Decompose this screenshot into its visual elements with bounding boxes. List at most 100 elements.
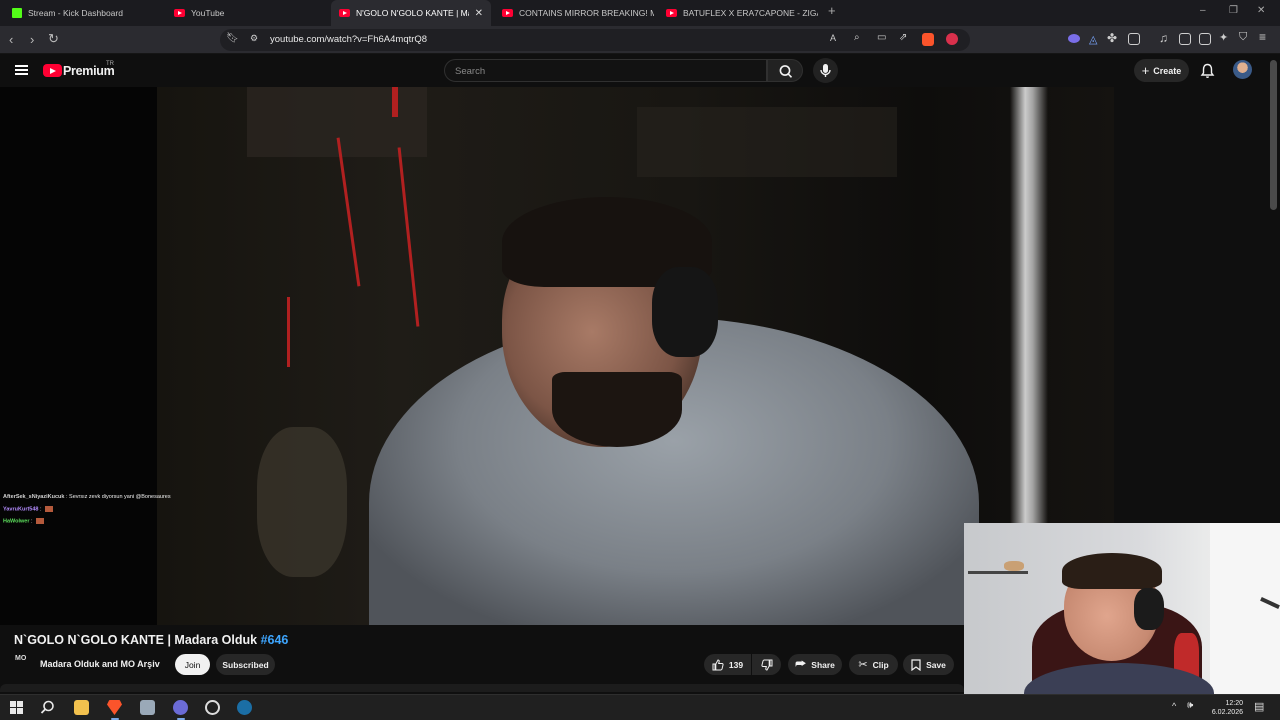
- youtube-icon: [174, 9, 185, 17]
- tab-batuflex-video[interactable]: BATUFLEX X ERA7CAPONE - ZIGA: [658, 0, 818, 26]
- account-avatar[interactable]: [1233, 60, 1252, 79]
- headphones: [652, 267, 718, 357]
- forward-icon[interactable]: ›: [30, 32, 34, 47]
- kick-icon: [12, 8, 22, 18]
- voice-search-button[interactable]: [813, 58, 838, 83]
- save-button[interactable]: Save: [903, 654, 954, 675]
- tab-mirror-video[interactable]: CONTAINS MIRROR BREAKING! Mot: [494, 0, 654, 26]
- vpn-icon[interactable]: ◬: [1089, 33, 1097, 46]
- thumbs-down-icon: [760, 659, 772, 671]
- streamer-beard: [552, 372, 682, 447]
- back-icon[interactable]: ‹: [9, 32, 13, 47]
- save-label: Save: [926, 659, 946, 670]
- share-button[interactable]: ⮫ Share: [788, 654, 842, 675]
- brave-shields-icon[interactable]: [922, 33, 934, 46]
- browser-tab-bar: Stream - Kick Dashboard YouTube N'GOLO N…: [0, 0, 1280, 26]
- chat-username: AfterSek_sNiyaziKucuk: [3, 494, 65, 500]
- leo-ai-icon[interactable]: [1068, 34, 1080, 43]
- like-button[interactable]: 139: [704, 654, 751, 675]
- close-window-icon[interactable]: ✕: [1257, 5, 1265, 16]
- background-figure: [257, 427, 347, 577]
- obs-icon[interactable]: [205, 700, 220, 715]
- brave-rewards-icon[interactable]: [946, 33, 958, 45]
- youtube-masthead: Premium TR Search + Create: [0, 55, 1280, 87]
- wallet-panel-icon[interactable]: [1199, 33, 1211, 45]
- youtube-icon: [666, 9, 677, 17]
- extensions-icon[interactable]: ✤: [1107, 31, 1117, 45]
- tray-chevron-icon[interactable]: ^: [1172, 701, 1176, 711]
- steam-icon[interactable]: [237, 700, 252, 715]
- clip-label: Clip: [872, 659, 889, 670]
- video-hashtag[interactable]: #646: [261, 633, 289, 647]
- dislike-button[interactable]: [752, 654, 781, 675]
- url-field[interactable]: 🔖︎ ⚙︎ youtube.com/watch?v=Fh6A4mqtrQ8 A …: [220, 29, 970, 51]
- share-page-icon[interactable]: ⇗: [899, 32, 907, 43]
- shield-icon[interactable]: ⛉: [1239, 31, 1247, 44]
- wall-shelf: [968, 571, 1028, 574]
- address-toolbar: ‹ › ↻ 🔖︎ ⚙︎ youtube.com/watch?v=Fh6A4mqt…: [0, 26, 1280, 54]
- clip-button[interactable]: ✂ Clip: [849, 654, 898, 675]
- like-count: 139: [728, 659, 744, 670]
- search-placeholder: Search: [455, 66, 486, 77]
- minimize-icon[interactable]: –: [1200, 5, 1206, 16]
- tab-label: CONTAINS MIRROR BREAKING! Mot: [519, 8, 654, 18]
- app-window-icon[interactable]: [140, 700, 155, 715]
- windows-start-icon[interactable]: [9, 700, 24, 715]
- tab-label: BATUFLEX X ERA7CAPONE - ZIGA: [683, 8, 818, 18]
- site-settings-icon[interactable]: ⚙︎: [250, 33, 258, 44]
- chat-line: AfterSek_sNiyaziKucuk : Sevrsız zevk diy…: [3, 494, 171, 500]
- system-clock[interactable]: 12:20 6.02.2026: [1203, 699, 1243, 717]
- channel-name[interactable]: Madara Olduk and MO Arşiv: [40, 659, 160, 669]
- notification-center-icon[interactable]: ▤: [1254, 700, 1264, 713]
- file-explorer-icon[interactable]: [74, 700, 89, 715]
- close-tab-icon[interactable]: ✕: [475, 8, 483, 19]
- discord-icon[interactable]: [173, 700, 188, 715]
- thumbs-up-icon: [712, 658, 724, 670]
- media-icon[interactable]: ♫: [1159, 31, 1168, 45]
- bookmark-icon[interactable]: 🔖︎: [226, 33, 239, 44]
- translate-icon[interactable]: A: [830, 33, 836, 43]
- subscribed-button[interactable]: Subscribed: [216, 654, 275, 675]
- hamburger-menu-icon[interactable]: [15, 65, 28, 75]
- sidebar-icon[interactable]: [1179, 33, 1191, 45]
- wallet-icon[interactable]: [1128, 33, 1140, 45]
- create-label: Create: [1153, 65, 1182, 76]
- country-code: TR: [106, 61, 114, 67]
- headphones: [1134, 588, 1164, 630]
- chat-message: :: [40, 506, 42, 513]
- join-button[interactable]: Join: [175, 654, 210, 675]
- restore-icon[interactable]: ❐: [1229, 5, 1238, 16]
- video-player[interactable]: AfterSek_sNiyaziKucuk : Sevrsız zevk diy…: [0, 87, 1114, 625]
- zoom-icon[interactable]: ⌕: [854, 32, 860, 43]
- search-input[interactable]: Search: [444, 59, 767, 82]
- page-scrollbar[interactable]: [1270, 60, 1277, 210]
- search-button[interactable]: [767, 59, 803, 82]
- tab-youtube[interactable]: YouTube: [166, 0, 330, 26]
- search-icon: [779, 65, 793, 78]
- tab-label: YouTube: [191, 8, 225, 18]
- reload-icon[interactable]: ↻: [48, 31, 59, 47]
- youtube-icon: [339, 9, 350, 17]
- webcam-overlay: [964, 523, 1280, 701]
- led-strip: [287, 297, 290, 367]
- scissors-icon: ✂: [858, 659, 868, 671]
- new-tab-icon[interactable]: +: [828, 3, 836, 18]
- video-title: N`GOLO N`GOLO KANTE | Madara Olduk #646: [14, 633, 288, 647]
- cast-icon[interactable]: ▭: [877, 32, 886, 43]
- create-button[interactable]: + Create: [1134, 59, 1189, 82]
- taskbar-search-icon[interactable]: [40, 700, 55, 715]
- brave-browser-icon[interactable]: [107, 700, 122, 715]
- channel-logo[interactable]: MO: [15, 655, 32, 672]
- ai-sparkle-icon[interactable]: ✦: [1219, 31, 1228, 44]
- youtube-icon: [502, 9, 513, 17]
- description-box[interactable]: [0, 684, 964, 692]
- volume-icon[interactable]: 🕪︎: [1187, 700, 1193, 711]
- tab-kick-dashboard[interactable]: Stream - Kick Dashboard: [4, 0, 164, 26]
- menu-icon[interactable]: ≡: [1259, 30, 1266, 44]
- share-label: Share: [811, 659, 835, 670]
- shelf-decor: [1004, 561, 1024, 571]
- notifications-bell-icon[interactable]: [1200, 63, 1215, 79]
- tab-current-video[interactable]: N'GOLO N'GOLO KANTE | Mada ✕: [331, 0, 491, 26]
- chat-message: :: [31, 518, 33, 525]
- youtube-logo-icon[interactable]: [43, 64, 62, 77]
